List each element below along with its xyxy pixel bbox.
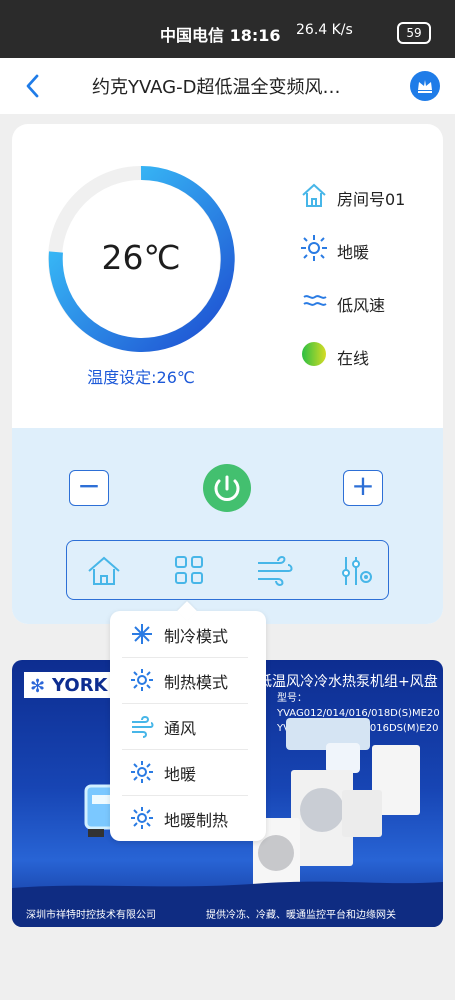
mode-dropdown-menu: 制冷模式 制热模式 通风 地暖 地暖制热 bbox=[110, 611, 266, 841]
current-temperature: 26℃ bbox=[101, 238, 181, 277]
wind-speed-button[interactable] bbox=[255, 553, 293, 589]
menu-item-ventilation[interactable]: 通风 bbox=[122, 705, 248, 750]
crown-button[interactable] bbox=[410, 71, 440, 101]
sun-icon bbox=[131, 761, 153, 783]
sun-icon bbox=[131, 807, 153, 829]
top-app-bar: 约克YVAG-D超低温全变频风… bbox=[0, 58, 455, 114]
page-title: 约克YVAG-D超低温全变频风… bbox=[92, 77, 341, 98]
network-speed-text: 26.4 K/s bbox=[296, 22, 353, 38]
online-label: 在线 bbox=[337, 349, 370, 368]
sun-icon bbox=[131, 669, 153, 691]
mode-label: 地暖 bbox=[337, 243, 370, 262]
sun-icon bbox=[301, 235, 327, 261]
carrier-time-text: 中国电信 18:16 bbox=[160, 26, 281, 45]
fan-speed-label: 低风速 bbox=[337, 296, 386, 315]
online-info: 在线 bbox=[299, 339, 439, 373]
device-card: 26℃ 温度设定:26℃ 房间号01 地暖 低风速 在线 − + bbox=[12, 124, 443, 624]
mode-info: 地暖 bbox=[299, 233, 439, 267]
menu-item-floor-heating-heat[interactable]: 地暖制热 bbox=[122, 797, 248, 841]
company-name: 深圳市祥特时控技术有限公司 bbox=[26, 910, 156, 921]
battery-indicator: 59 bbox=[397, 22, 431, 44]
status-bar: 中国电信 18:16 26.4 K/s 59 bbox=[0, 0, 455, 58]
online-dot-icon bbox=[302, 342, 326, 366]
back-button[interactable] bbox=[20, 72, 48, 100]
snowflake-icon bbox=[132, 624, 152, 644]
fan-speed-info: 低风速 bbox=[299, 286, 439, 320]
room-info: 房间号01 bbox=[299, 180, 439, 214]
power-button[interactable] bbox=[203, 464, 251, 512]
control-bar bbox=[66, 540, 389, 600]
menu-item-heating[interactable]: 制热模式 bbox=[122, 659, 248, 704]
company-slogan: 提供冷冻、冷藏、暖通监控平台和边缘网关 bbox=[206, 910, 396, 921]
crown-icon bbox=[418, 80, 432, 93]
banner-footer: 深圳市祥特时控技术有限公司 提供冷冻、冷藏、暖通监控平台和边缘网关 bbox=[26, 906, 436, 921]
grid-mode-button[interactable] bbox=[170, 553, 208, 589]
menu-item-floor-heating[interactable]: 地暖 bbox=[122, 751, 248, 796]
power-icon bbox=[214, 475, 240, 501]
wind-icon bbox=[132, 715, 154, 738]
settings-slider-button[interactable] bbox=[337, 553, 375, 589]
menu-item-cooling[interactable]: 制冷模式 bbox=[122, 613, 248, 658]
home-icon bbox=[302, 183, 326, 207]
room-label: 房间号01 bbox=[337, 190, 406, 209]
decrease-temperature-button[interactable]: − bbox=[69, 470, 109, 506]
temperature-setpoint: 温度设定:26℃ bbox=[87, 368, 195, 387]
increase-temperature-button[interactable]: + bbox=[343, 470, 383, 506]
back-arrow-icon bbox=[26, 74, 39, 98]
wind-icon bbox=[303, 295, 327, 306]
home-control-button[interactable] bbox=[85, 553, 123, 589]
